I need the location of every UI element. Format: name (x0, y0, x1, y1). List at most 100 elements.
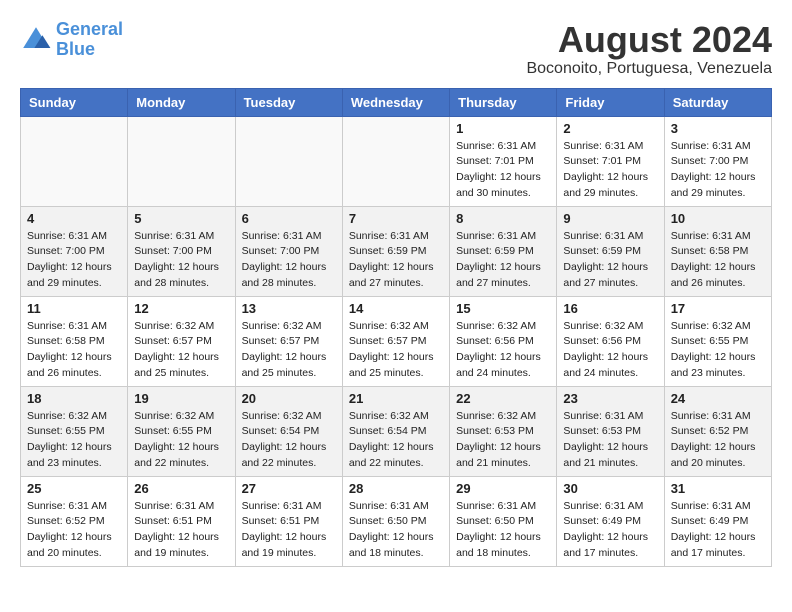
weekday-header: Saturday (664, 88, 771, 116)
day-detail: Sunrise: 6:32 AM Sunset: 6:55 PM Dayligh… (134, 409, 228, 472)
calendar-header-row: SundayMondayTuesdayWednesdayThursdayFrid… (21, 88, 772, 116)
day-detail: Sunrise: 6:32 AM Sunset: 6:56 PM Dayligh… (456, 319, 550, 382)
day-detail: Sunrise: 6:31 AM Sunset: 7:00 PM Dayligh… (27, 229, 121, 292)
calendar-cell: 11 Sunrise: 6:31 AM Sunset: 6:58 PM Dayli… (21, 296, 128, 386)
calendar-cell: 1Sunrise: 6:31 AM Sunset: 7:01 PM Daylig… (450, 116, 557, 206)
day-number: 14 (349, 301, 443, 316)
calendar-table: SundayMondayTuesdayWednesdayThursdayFrid… (20, 88, 772, 567)
calendar-cell: 27Sunrise: 6:31 AM Sunset: 6:51 PM Dayli… (235, 476, 342, 566)
calendar-week-row: 4Sunrise: 6:31 AM Sunset: 7:00 PM Daylig… (21, 206, 772, 296)
day-detail: Sunrise: 6:31 AM Sunset: 6:52 PM Dayligh… (27, 499, 121, 562)
calendar-cell: 2 Sunrise: 6:31 AM Sunset: 7:01 PM Daylig… (557, 116, 664, 206)
day-detail: Sunrise: 6:31 AM Sunset: 6:51 PM Dayligh… (134, 499, 228, 562)
day-detail: Sunrise: 6:31 AM Sunset: 6:52 PM Dayligh… (671, 409, 765, 472)
title-block: August 2024 Boconoito, Portuguesa, Venez… (526, 20, 772, 78)
day-detail: Sunrise: 6:32 AM Sunset: 6:57 PM Dayligh… (242, 319, 336, 382)
weekday-header: Monday (128, 88, 235, 116)
calendar-cell (21, 116, 128, 206)
day-number: 9 (563, 211, 657, 226)
weekday-header: Tuesday (235, 88, 342, 116)
day-number: 21 (349, 391, 443, 406)
day-number: 17 (671, 301, 765, 316)
day-detail: Sunrise: 6:32 AM Sunset: 6:53 PM Dayligh… (456, 409, 550, 472)
weekday-header: Thursday (450, 88, 557, 116)
calendar-cell: 26 Sunrise: 6:31 AM Sunset: 6:51 PM Dayli… (128, 476, 235, 566)
calendar-cell: 14 Sunrise: 6:32 AM Sunset: 6:57 PM Dayli… (342, 296, 449, 386)
calendar-cell: 16 Sunrise: 6:32 AM Sunset: 6:56 PM Dayli… (557, 296, 664, 386)
day-number: 2 (563, 121, 657, 136)
page-header: General Blue August 2024 Boconoito, Port… (20, 20, 772, 78)
calendar-cell: 30 Sunrise: 6:31 AM Sunset: 6:49 PM Dayli… (557, 476, 664, 566)
day-number: 6 (242, 211, 336, 226)
logo-line1: General (56, 19, 123, 39)
calendar-cell: 4Sunrise: 6:31 AM Sunset: 7:00 PM Daylig… (21, 206, 128, 296)
calendar-cell (235, 116, 342, 206)
calendar-week-row: 25 Sunrise: 6:31 AM Sunset: 6:52 PM Dayli… (21, 476, 772, 566)
day-number: 19 (134, 391, 228, 406)
day-detail: Sunrise: 6:31 AM Sunset: 6:50 PM Dayligh… (456, 499, 550, 562)
day-detail: Sunrise: 6:31 AM Sunset: 7:00 PM Dayligh… (671, 139, 765, 202)
weekday-header: Wednesday (342, 88, 449, 116)
day-detail: Sunrise: 6:31 AM Sunset: 6:49 PM Dayligh… (563, 499, 657, 562)
day-number: 18 (27, 391, 121, 406)
day-number: 29 (456, 481, 550, 496)
calendar-cell: 24 Sunrise: 6:31 AM Sunset: 6:52 PM Dayli… (664, 386, 771, 476)
calendar-cell: 8Sunrise: 6:31 AM Sunset: 6:59 PM Daylig… (450, 206, 557, 296)
day-number: 28 (349, 481, 443, 496)
calendar-cell: 13 Sunrise: 6:32 AM Sunset: 6:57 PM Dayli… (235, 296, 342, 386)
day-detail: Sunrise: 6:31 AM Sunset: 6:59 PM Dayligh… (349, 229, 443, 292)
day-detail: Sunrise: 6:31 AM Sunset: 6:50 PM Dayligh… (349, 499, 443, 562)
day-number: 11 (27, 301, 121, 316)
day-detail: Sunrise: 6:31 AM Sunset: 6:58 PM Dayligh… (27, 319, 121, 382)
day-number: 16 (563, 301, 657, 316)
calendar-cell: 18 Sunrise: 6:32 AM Sunset: 6:55 PM Dayli… (21, 386, 128, 476)
day-detail: Sunrise: 6:32 AM Sunset: 6:55 PM Dayligh… (27, 409, 121, 472)
day-number: 13 (242, 301, 336, 316)
day-number: 31 (671, 481, 765, 496)
day-detail: Sunrise: 6:32 AM Sunset: 6:57 PM Dayligh… (349, 319, 443, 382)
day-number: 30 (563, 481, 657, 496)
weekday-header: Friday (557, 88, 664, 116)
calendar-cell (128, 116, 235, 206)
calendar-cell: 21 Sunrise: 6:32 AM Sunset: 6:54 PM Dayli… (342, 386, 449, 476)
calendar-cell: 10Sunrise: 6:31 AM Sunset: 6:58 PM Dayli… (664, 206, 771, 296)
calendar-cell: 20 Sunrise: 6:32 AM Sunset: 6:54 PM Dayli… (235, 386, 342, 476)
calendar-cell: 12Sunrise: 6:32 AM Sunset: 6:57 PM Dayli… (128, 296, 235, 386)
weekday-header: Sunday (21, 88, 128, 116)
calendar-cell: 29 Sunrise: 6:31 AM Sunset: 6:50 PM Dayli… (450, 476, 557, 566)
day-detail: Sunrise: 6:31 AM Sunset: 6:53 PM Dayligh… (563, 409, 657, 472)
day-number: 25 (27, 481, 121, 496)
day-detail: Sunrise: 6:32 AM Sunset: 6:54 PM Dayligh… (349, 409, 443, 472)
day-detail: Sunrise: 6:31 AM Sunset: 6:51 PM Dayligh… (242, 499, 336, 562)
day-number: 26 (134, 481, 228, 496)
calendar-cell (342, 116, 449, 206)
day-number: 24 (671, 391, 765, 406)
calendar-cell: 17Sunrise: 6:32 AM Sunset: 6:55 PM Dayli… (664, 296, 771, 386)
calendar-week-row: 11 Sunrise: 6:31 AM Sunset: 6:58 PM Dayli… (21, 296, 772, 386)
logo-line2: Blue (56, 40, 123, 60)
day-detail: Sunrise: 6:31 AM Sunset: 7:01 PM Dayligh… (563, 139, 657, 202)
day-number: 20 (242, 391, 336, 406)
day-detail: Sunrise: 6:31 AM Sunset: 6:59 PM Dayligh… (563, 229, 657, 292)
calendar-cell: 15Sunrise: 6:32 AM Sunset: 6:56 PM Dayli… (450, 296, 557, 386)
calendar-cell: 3Sunrise: 6:31 AM Sunset: 7:00 PM Daylig… (664, 116, 771, 206)
calendar-cell: 19 Sunrise: 6:32 AM Sunset: 6:55 PM Dayli… (128, 386, 235, 476)
logo-text: General Blue (56, 20, 123, 60)
day-detail: Sunrise: 6:31 AM Sunset: 7:00 PM Dayligh… (134, 229, 228, 292)
day-detail: Sunrise: 6:32 AM Sunset: 6:54 PM Dayligh… (242, 409, 336, 472)
day-number: 12 (134, 301, 228, 316)
day-detail: Sunrise: 6:32 AM Sunset: 6:56 PM Dayligh… (563, 319, 657, 382)
day-number: 23 (563, 391, 657, 406)
calendar-cell: 22Sunrise: 6:32 AM Sunset: 6:53 PM Dayli… (450, 386, 557, 476)
calendar-week-row: 18 Sunrise: 6:32 AM Sunset: 6:55 PM Dayli… (21, 386, 772, 476)
calendar-cell: 23 Sunrise: 6:31 AM Sunset: 6:53 PM Dayli… (557, 386, 664, 476)
calendar-cell: 9 Sunrise: 6:31 AM Sunset: 6:59 PM Daylig… (557, 206, 664, 296)
day-detail: Sunrise: 6:31 AM Sunset: 6:49 PM Dayligh… (671, 499, 765, 562)
calendar-cell: 7 Sunrise: 6:31 AM Sunset: 6:59 PM Daylig… (342, 206, 449, 296)
calendar-subtitle: Boconoito, Portuguesa, Venezuela (526, 60, 772, 78)
logo-icon (20, 24, 52, 56)
day-number: 7 (349, 211, 443, 226)
day-number: 8 (456, 211, 550, 226)
day-detail: Sunrise: 6:31 AM Sunset: 7:00 PM Dayligh… (242, 229, 336, 292)
calendar-cell: 31 Sunrise: 6:31 AM Sunset: 6:49 PM Dayli… (664, 476, 771, 566)
